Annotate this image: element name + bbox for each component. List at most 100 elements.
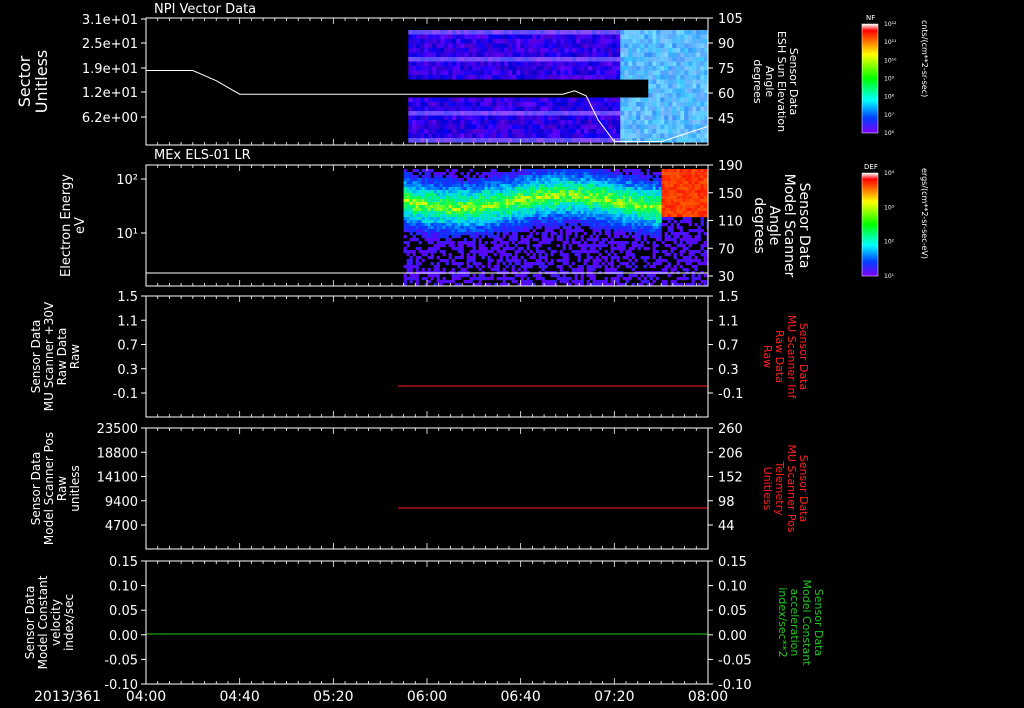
colorbar-nf-units: cnts/(cm**2-sr-sec) <box>920 20 929 97</box>
ytick-label-right: 0.00 <box>718 629 747 644</box>
ylabel-left: Raw <box>55 476 69 501</box>
ytick-label: 1.1 <box>117 314 138 329</box>
colorbar-tick-label: 10⁶ <box>884 130 895 137</box>
ylabel-left: eV <box>73 217 88 234</box>
ylabel-left: index/sec <box>62 594 76 651</box>
ylabel-right: Unitless <box>761 467 774 511</box>
ytick-label-right: 206 <box>718 446 743 461</box>
ytick-label-right: 0.15 <box>718 555 747 570</box>
ytick-label: 18800 <box>97 446 138 461</box>
ylabel-left: Raw <box>68 344 82 369</box>
ylabel-left: Unitless <box>32 50 51 114</box>
time-axis: 2013/361 04:00 04:40 05:20 06:00 06:40 07:20 0… <box>34 689 728 705</box>
npi-heatmap <box>408 30 708 143</box>
panel-mu-scanner-raw-frame <box>145 295 709 418</box>
plot-canvas: NPI Vector Data 3.1e+01 2.5e+01 1.9e+01 1.2… <box>15 2 929 705</box>
time-tick-label: 06:00 <box>407 689 447 705</box>
colorbar-nf: NF 10¹² 10¹¹ 10¹⁰ 10⁹ 10⁸ 10⁷ 10⁶ cnts/(cm**2-… <box>861 14 929 137</box>
panel-els-title: MEx ELS-01 LR <box>154 148 251 163</box>
ylabel-left: Raw Data <box>55 328 69 386</box>
ylabel-right: Sensor Data <box>796 183 812 269</box>
ytick-label: 6.2e+00 <box>82 111 138 126</box>
colorbar-def: DEF 10⁴ 10³ 10² 10¹ ergs/(cm**2-sr-sec-eV) <box>861 163 929 280</box>
colorbar-tick-label: 10³ <box>884 204 895 211</box>
ytick-label: -0.1 <box>113 387 138 402</box>
ylabel-left: Sensor Data <box>29 452 43 526</box>
ylabel-left: Model Constant <box>36 575 50 669</box>
ytick-label-right: 0.10 <box>718 580 747 595</box>
ylabel-left: unitless <box>68 465 82 511</box>
ylabel-left: Electron Energy <box>59 174 74 277</box>
colorbar-tick-label: 10² <box>884 239 895 246</box>
colorbar-def-label: DEF <box>864 163 878 171</box>
ytick-label-right: 105 <box>718 12 743 27</box>
ytick-label-right: 45 <box>718 112 735 127</box>
ytick-label: 0.05 <box>109 604 138 619</box>
ytick-label-right: 98 <box>718 495 735 510</box>
ytick-label-right: 1.1 <box>718 314 739 329</box>
ytick-label-right: 90 <box>718 37 735 52</box>
colorbar-tick-label: 10¹¹ <box>884 39 897 46</box>
ylabel-right: degrees <box>751 59 764 104</box>
ylabel-right: index/sec**2 <box>776 587 789 657</box>
ylabel-left: MU Scanner +30V <box>42 301 56 411</box>
ytick-label: 10² <box>116 173 138 188</box>
colorbar-tick-label: 10⁸ <box>884 94 895 101</box>
ytick-label: 9400 <box>105 495 138 510</box>
panel-model-constant-frame <box>145 560 709 685</box>
colorbar-tick-label: 10¹ <box>884 273 895 280</box>
ytick-label: 0.00 <box>109 629 138 644</box>
colorbar-tick-label: 10⁷ <box>884 112 895 119</box>
ytick-label-right: 70 <box>718 242 735 257</box>
ytick-label: 0.7 <box>117 339 138 354</box>
ylabel-left: Sensor Data <box>23 586 37 660</box>
ytick-label-right: 260 <box>718 422 743 437</box>
panel-els: MEx ELS-01 LR 10² 10¹ 190 150 110 70 30 Electr… <box>59 148 812 287</box>
ytick-label-right: 0.05 <box>718 604 747 619</box>
ylabel-left: Sensor Data <box>29 320 43 394</box>
colorbar-def-units: ergs/(cm**2-sr-sec-eV) <box>920 168 929 259</box>
ytick-label: 0.3 <box>117 363 138 378</box>
ylabel-right: degrees <box>751 197 767 253</box>
ytick-label: 10¹ <box>116 227 138 242</box>
ytick-label-right: 152 <box>718 471 743 486</box>
ytick-label-right: 0.3 <box>718 363 739 378</box>
ytick-label-right: 0.7 <box>718 339 739 354</box>
ytick-label-right: 1.5 <box>718 290 739 305</box>
ytick-label: 4700 <box>105 519 138 534</box>
ytick-label-right: 110 <box>718 215 743 230</box>
ytick-label: 1.2e+01 <box>82 86 138 101</box>
time-tick-label: 04:00 <box>126 689 166 705</box>
ytick-label: 0.15 <box>109 555 138 570</box>
ytick-label-right: 75 <box>718 62 735 77</box>
ytick-label-right: 150 <box>718 187 743 202</box>
ytick-label-right: 44 <box>718 519 735 534</box>
time-tick-label: 08:00 <box>688 689 728 705</box>
time-tick-label: 07:20 <box>594 689 634 705</box>
colorbar-tick-label: 10⁹ <box>884 76 895 83</box>
ylabel-right: Model Scanner <box>781 174 797 278</box>
time-tick-label: 05:20 <box>313 689 353 705</box>
ytick-label-right: 60 <box>718 87 735 102</box>
panel-npi-title: NPI Vector Data <box>154 2 256 17</box>
ylabel-left: velocity <box>49 599 63 646</box>
ytick-label: 14100 <box>97 471 138 486</box>
colorbar-tick-label: 10⁴ <box>884 170 895 177</box>
ytick-label: 23500 <box>97 422 138 437</box>
ytick-label: -0.05 <box>104 653 138 668</box>
ytick-label-right: -0.1 <box>718 387 743 402</box>
ylabel-right: Angle <box>766 206 782 246</box>
time-axis-date: 2013/361 <box>34 689 101 705</box>
ytick-label: 3.1e+01 <box>82 13 138 28</box>
colorbar-nf-label: NF <box>866 14 875 22</box>
ytick-label: 0.10 <box>109 580 138 595</box>
ylabel-right: Raw <box>761 345 774 368</box>
ytick-label-right: -0.05 <box>718 653 752 668</box>
ylabel-left: Model Scanner Pos <box>42 432 56 545</box>
colorbar-tick-label: 10¹⁰ <box>884 57 897 64</box>
panel-mu-scanner-raw: 1.5 1.1 0.7 0.3 -0.1 1.5 1.1 0.7 0.3 -0.1 Sensor … <box>29 290 810 418</box>
ytick-label: 1.5 <box>117 290 138 305</box>
ytick-label-right: 190 <box>718 159 743 174</box>
panel-scanner-pos: 23500 18800 14100 9400 4700 260 206 152 98 44 Sen… <box>29 422 810 550</box>
ytick-label: 2.5e+01 <box>82 37 138 52</box>
